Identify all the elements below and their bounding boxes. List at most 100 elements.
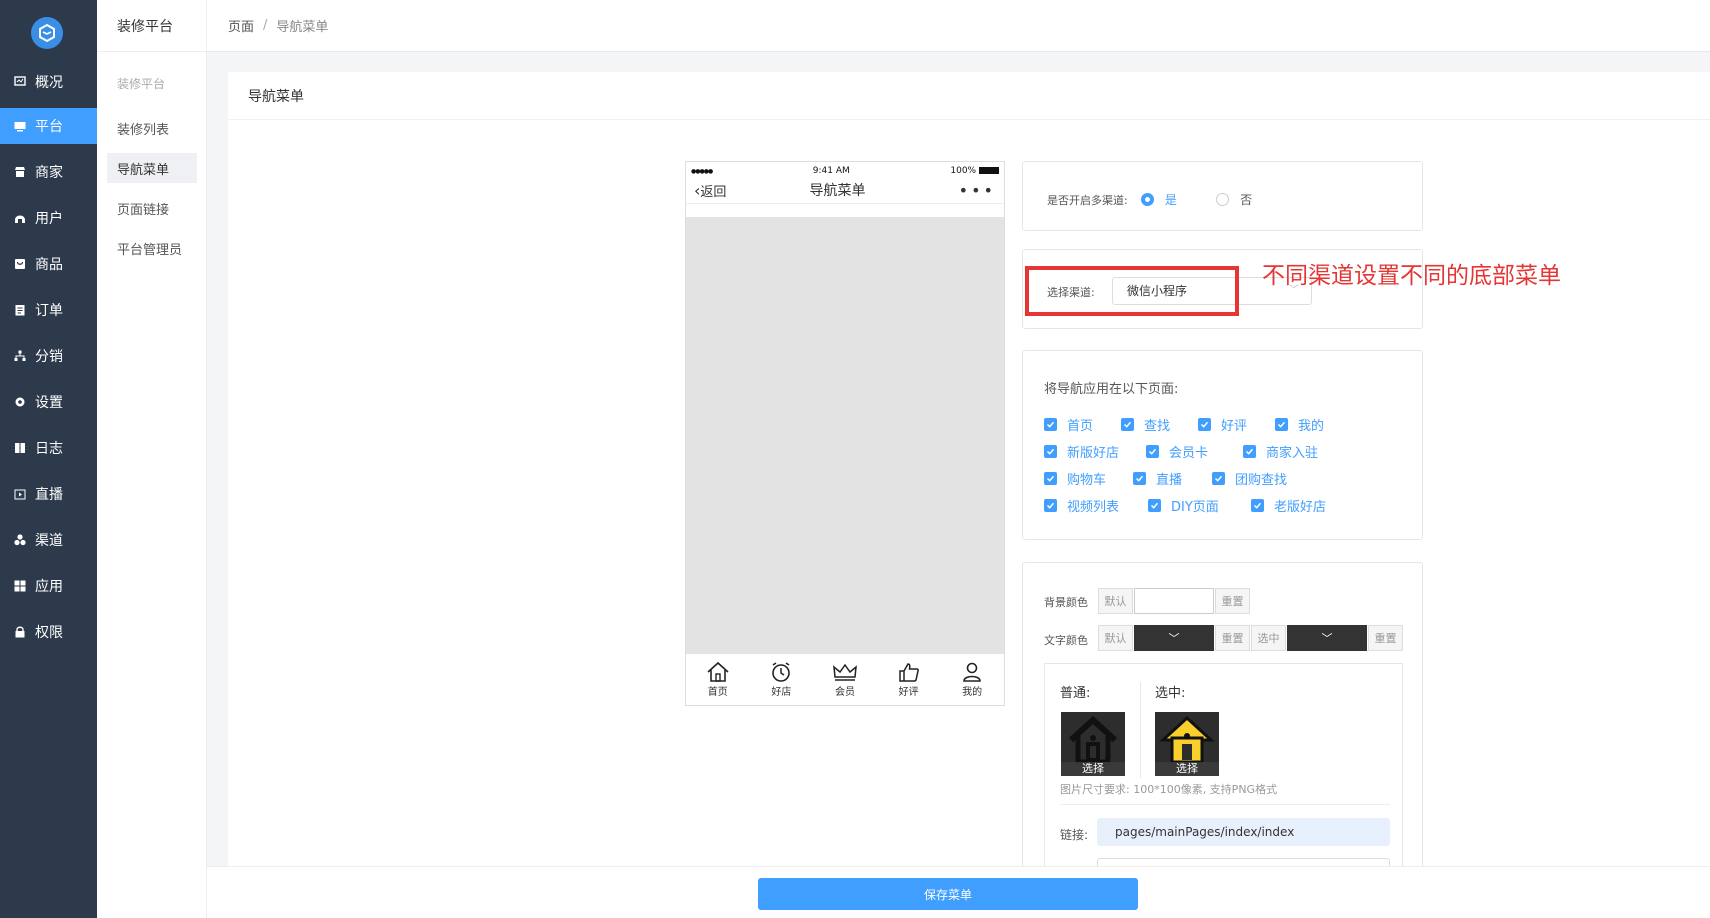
multichannel-row: 是否开启多渠道: 是 否: [1047, 189, 1252, 208]
sidebar-item-label: 用户: [35, 211, 63, 227]
sidebar-item[interactable]: 分销: [0, 338, 97, 374]
tab-settings-panel: 背景颜色 默认 重置 文字颜色 默认 ﹀ 重置 选中 ﹀ 重置 普通: 选中: …: [1022, 562, 1423, 878]
phone-content-area: [686, 217, 1004, 654]
page-checkbox[interactable]: 团购查找: [1212, 469, 1287, 488]
sidebar-item[interactable]: 订单: [0, 292, 97, 328]
size-hint: 图片尺寸要求: 100*100像素, 支持PNG格式: [1060, 783, 1278, 796]
selected-icon-picker[interactable]: 选择: [1155, 712, 1219, 776]
bg-reset-button[interactable]: 重置: [1215, 588, 1250, 614]
status-time: 9:41 AM: [812, 166, 850, 176]
sidebar-item[interactable]: 商家: [0, 154, 97, 190]
check-icon: [1275, 418, 1288, 431]
page-checkbox[interactable]: 首页: [1044, 415, 1093, 434]
text-color-label: 文字颜色: [1044, 634, 1088, 647]
sidebar-item-label: 商品: [35, 257, 63, 273]
thumbs-up-icon: [898, 663, 919, 682]
tab-member[interactable]: 会员: [820, 661, 870, 698]
tab-label: 好评: [898, 687, 919, 698]
link-input[interactable]: pages/mainPages/index/index: [1097, 818, 1390, 846]
chevron-down-icon: ﹀: [1321, 632, 1333, 645]
radio-yes[interactable]: [1140, 193, 1154, 206]
subnav-group-label: 装修平台: [117, 77, 166, 91]
subnav-item-page-links[interactable]: 页面链接: [107, 193, 197, 223]
pages-panel: 将导航应用在以下页面: 首页 查找 好评 我的新版好店 会员卡 商家入驻购物车 直播 团购查找…: [1022, 350, 1423, 540]
crown-icon: [833, 663, 857, 681]
page-checkbox-label: 会员卡: [1169, 446, 1209, 461]
page-checkbox[interactable]: 好评: [1198, 415, 1247, 434]
page-checkbox[interactable]: 购物车: [1044, 469, 1106, 488]
subnav-item-admins[interactable]: 平台管理员: [107, 233, 197, 263]
save-menu-button[interactable]: 保存菜单: [758, 878, 1138, 910]
pages-label: 将导航应用在以下页面:: [1044, 382, 1179, 397]
page-checkbox[interactable]: 会员卡: [1146, 442, 1208, 461]
tab-shops[interactable]: 好店: [756, 661, 806, 698]
battery-icon: [978, 167, 999, 174]
sidebar-item[interactable]: 概况: [0, 64, 97, 100]
text-reset-button[interactable]: 重置: [1215, 625, 1250, 651]
selected-label-button: 选中: [1251, 625, 1286, 651]
signal-indicator: ●●●●●: [691, 167, 713, 175]
page-checkbox[interactable]: DIY页面: [1148, 496, 1219, 515]
tab-reviews[interactable]: 好评: [884, 661, 934, 698]
sidebar-item[interactable]: 用户: [0, 200, 97, 236]
home-icon: [1068, 715, 1118, 765]
radio-no[interactable]: [1216, 193, 1230, 206]
store-icon: [13, 166, 26, 179]
breadcrumb-root[interactable]: 页面: [228, 16, 254, 35]
home-icon: [707, 661, 729, 682]
link-value: pages/mainPages/index/index: [1115, 825, 1295, 839]
main-sidebar: 概况平台商家用户商品订单分销设置日志直播渠道应用权限: [0, 0, 97, 918]
bg-default-button[interactable]: 默认: [1098, 588, 1133, 614]
check-icon: [1198, 418, 1211, 431]
annotation-text: 不同渠道设置不同的底部菜单: [1262, 263, 1561, 289]
subnav-item-nav-menu[interactable]: 导航菜单: [107, 153, 197, 183]
page-checkbox[interactable]: 直播: [1133, 469, 1182, 488]
subnav-item-decor-list[interactable]: 装修列表: [107, 113, 197, 143]
check-icon: [1121, 418, 1134, 431]
tab-home[interactable]: 首页: [693, 661, 743, 698]
tab-mine[interactable]: 我的: [947, 661, 997, 698]
sidebar-item[interactable]: 权限: [0, 614, 97, 650]
check-icon: [1146, 445, 1159, 458]
page-checkbox[interactable]: 查找: [1121, 415, 1170, 434]
more-icon[interactable]: •••: [959, 181, 996, 200]
selected-reset-button[interactable]: 重置: [1368, 625, 1403, 651]
sidebar-item[interactable]: 渠道: [0, 522, 97, 558]
page-checkbox[interactable]: 视频列表: [1044, 496, 1119, 515]
check-icon: [1148, 499, 1161, 512]
monitor-icon: [13, 76, 26, 89]
person-icon: [963, 662, 981, 682]
icon-settings-box: 普通: 选中: 选择 选择 图片尺寸要求: 100*100像素, 支持PNG格式…: [1044, 663, 1403, 878]
sidebar-item[interactable]: 平台: [0, 108, 97, 144]
desktop-icon: [13, 120, 26, 133]
sidebar-item-label: 商家: [35, 165, 63, 181]
sidebar-item[interactable]: 日志: [0, 430, 97, 466]
sidebar-item[interactable]: 商品: [0, 246, 97, 282]
battery-label: 100%: [950, 166, 977, 176]
check-icon: [1044, 472, 1057, 485]
sidebar-item[interactable]: 应用: [0, 568, 97, 604]
page-checkbox[interactable]: 老版好店: [1251, 496, 1326, 515]
sidebar-item-label: 概况: [35, 75, 63, 91]
sidebar-item[interactable]: 设置: [0, 384, 97, 420]
bg-color-swatch[interactable]: [1134, 588, 1214, 614]
page-checkbox-label: 直播: [1156, 473, 1183, 488]
normal-icon-picker[interactable]: 选择: [1061, 712, 1125, 776]
page-checkbox[interactable]: 新版好店: [1044, 442, 1119, 461]
text-default-button[interactable]: 默认: [1098, 625, 1133, 651]
page-checkbox[interactable]: 商家入驻: [1243, 442, 1318, 461]
phone-status-bar: ●●●●● 9:41 AM 100%: [686, 165, 1004, 177]
sidebar-item-label: 直播: [35, 487, 63, 503]
text-color-picker[interactable]: ﹀: [1134, 625, 1214, 651]
sidebar-item[interactable]: 直播: [0, 476, 97, 512]
breadcrumb-current: 导航菜单: [276, 20, 329, 35]
check-icon: [1133, 472, 1146, 485]
sidebar-item-label: 订单: [35, 303, 63, 319]
normal-icon-label: 普通:: [1060, 686, 1091, 701]
choose-label: 选择: [1061, 762, 1125, 776]
page-checkbox[interactable]: 我的: [1275, 415, 1324, 434]
logo-icon[interactable]: [31, 17, 63, 49]
check-icon: [1251, 499, 1264, 512]
back-button[interactable]: ‹返回: [694, 181, 726, 200]
selected-color-picker[interactable]: ﹀: [1287, 625, 1367, 651]
